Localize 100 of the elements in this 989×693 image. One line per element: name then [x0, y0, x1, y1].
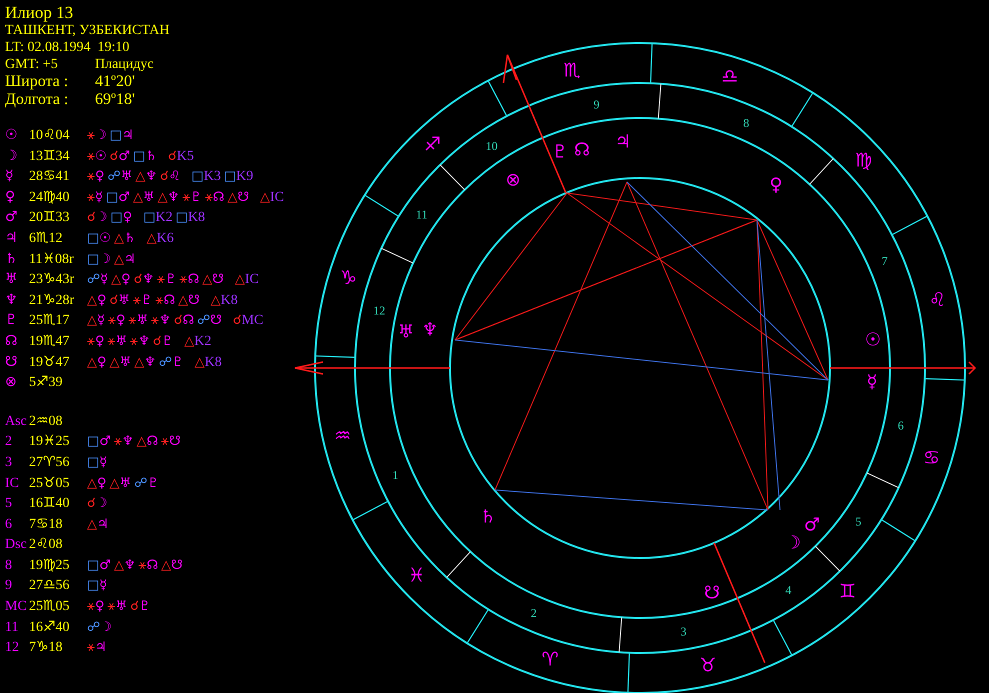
position-text: 23♑43r	[29, 271, 76, 288]
house-label: 11	[5, 620, 20, 636]
chart-title: Илиор 13	[5, 3, 74, 22]
cusp-aspect-label: △K8	[194, 354, 222, 371]
house-number: 9	[594, 98, 600, 112]
planet-glyph: ♃	[614, 132, 632, 152]
aspect-label: ⚹♆	[130, 334, 150, 349]
planet-glyph: ♅	[5, 271, 19, 288]
position-text: 25♉05	[29, 474, 71, 492]
position-text: 2♌08	[29, 536, 64, 554]
cusp-aspect-label: △IC	[260, 190, 284, 206]
zodiac-sign-glyph: ♑	[340, 267, 358, 290]
cusp-aspect-label: □K8	[176, 210, 206, 226]
place-text: ТАШКЕНТ, УЗБЕКИСТАН	[5, 22, 170, 39]
aspect-label: ☌♌	[160, 169, 180, 184]
aspect-label: △☋	[202, 272, 224, 288]
cusp-aspect-label: ☌MC	[232, 313, 264, 330]
position-text: 25♏05	[29, 598, 71, 616]
planet-glyph: ♇	[5, 312, 19, 328]
aspect-label: △♅	[110, 476, 132, 490]
position-text: 27♈56	[29, 454, 71, 471]
planet-glyph: ♃	[5, 230, 19, 246]
aspect-label: △☋	[178, 292, 200, 308]
zodiac-sign-glyph: ♎	[721, 66, 738, 88]
house-number: 5	[855, 514, 862, 529]
house-number: 8	[743, 116, 750, 130]
house-number: 10	[486, 138, 498, 153]
planet-glyph: ⊗	[5, 374, 18, 390]
planet-glyph: ♀	[5, 188, 16, 205]
aspect-label: □♄	[133, 148, 157, 164]
zodiac-sign-glyph: ♊	[838, 580, 856, 603]
aspect-label: □☽	[87, 252, 111, 267]
planet-glyph: ♇	[552, 142, 568, 162]
position-text: 20♊33	[29, 209, 71, 226]
house-label: Asc	[5, 414, 28, 430]
aspect-label: △☋	[161, 558, 183, 573]
position-text: 16♐40	[29, 618, 71, 636]
aspect-label: ⚹♅	[108, 334, 128, 349]
planet-glyph: ♄	[5, 250, 19, 267]
planet-glyph: ☊	[5, 332, 18, 349]
planet-glyph: ♂	[5, 209, 19, 226]
aspect-label: △♆	[158, 190, 180, 205]
aspect-label: ⚹♅	[108, 599, 128, 614]
aspect-label: ⚹♀	[87, 334, 105, 349]
position-text: 21♑28r	[29, 292, 76, 309]
house-label: 12	[5, 640, 20, 656]
aspect-label: ⚹♀	[108, 313, 126, 328]
house-label: 8	[5, 558, 13, 574]
aspect-label: □♃	[110, 128, 134, 143]
position-text: 13♊34	[29, 148, 71, 165]
aspect-label: △☿	[87, 313, 105, 328]
aspect-label: ⚹♇	[157, 272, 177, 288]
aspect-label: □♂	[87, 558, 111, 573]
aspect-label: ⚹☿	[87, 190, 103, 205]
planet-glyph: ♄	[480, 506, 496, 528]
aspect-label: ⚹☊	[180, 272, 200, 288]
aspect-label: ☌♇	[152, 334, 174, 349]
house-number: 3	[680, 624, 686, 638]
aspect-label: ☌☽	[87, 210, 108, 226]
aspect-label: ☍♅	[108, 169, 132, 184]
aspect-label: △♄	[114, 230, 136, 246]
aspect-label: ⚹☉	[87, 148, 107, 164]
aspect-label: △☋	[227, 190, 249, 205]
aspect-label: △♀	[87, 292, 107, 308]
aspect-label: ☍☽	[87, 620, 112, 635]
position-text: 10♌04	[29, 127, 71, 144]
position-text: 16♊40	[29, 495, 71, 512]
aspect-label: △♃	[87, 516, 109, 532]
planet-glyph: ♆	[5, 292, 19, 308]
cusp-aspect-label: △K8	[210, 292, 238, 309]
position-text: 27♎56	[29, 577, 71, 594]
aspect-label: △♀	[111, 272, 131, 288]
house-system-text: Плацидус	[95, 56, 154, 73]
aspect-label: △♀	[87, 354, 107, 370]
aspect-label: □☉	[87, 230, 111, 246]
planet-glyph: ☿	[866, 372, 878, 392]
zodiac-sign-glyph: ♒	[334, 424, 352, 447]
house-number: 4	[785, 583, 792, 598]
aspect-label: ☌♅	[110, 292, 130, 308]
planet-glyph: ☉	[864, 330, 882, 350]
planet-glyph: ♂	[804, 514, 820, 536]
cusp-aspect-label: ☌K5	[168, 148, 194, 165]
house-label: 2	[5, 434, 13, 450]
local-time-text: LT: 02.08.1994 19:10	[5, 39, 130, 56]
aspect-label: ⚹♃	[87, 640, 107, 656]
aspect-label: ⚹☋	[161, 434, 181, 450]
aspect-label: ☍☋	[197, 313, 222, 328]
aspect-label: □♂	[106, 190, 130, 205]
house-number: 12	[373, 304, 386, 318]
cusp-aspect-label: □K3	[191, 169, 221, 186]
aspect-label: ☍☿	[87, 272, 108, 288]
cusp-aspect-label: △K2	[184, 334, 212, 350]
house-number: 2	[530, 606, 537, 620]
aspect-label: ⚹♅	[128, 313, 148, 328]
position-text: 19♏47	[29, 332, 71, 350]
zodiac-sign-glyph: ♍	[855, 150, 872, 172]
aspect-label: ⚹☊	[156, 292, 176, 308]
aspect-label: △♅	[132, 190, 155, 205]
aspect-label: ☌☽	[87, 496, 108, 512]
zodiac-sign-glyph: ♏	[564, 60, 581, 82]
